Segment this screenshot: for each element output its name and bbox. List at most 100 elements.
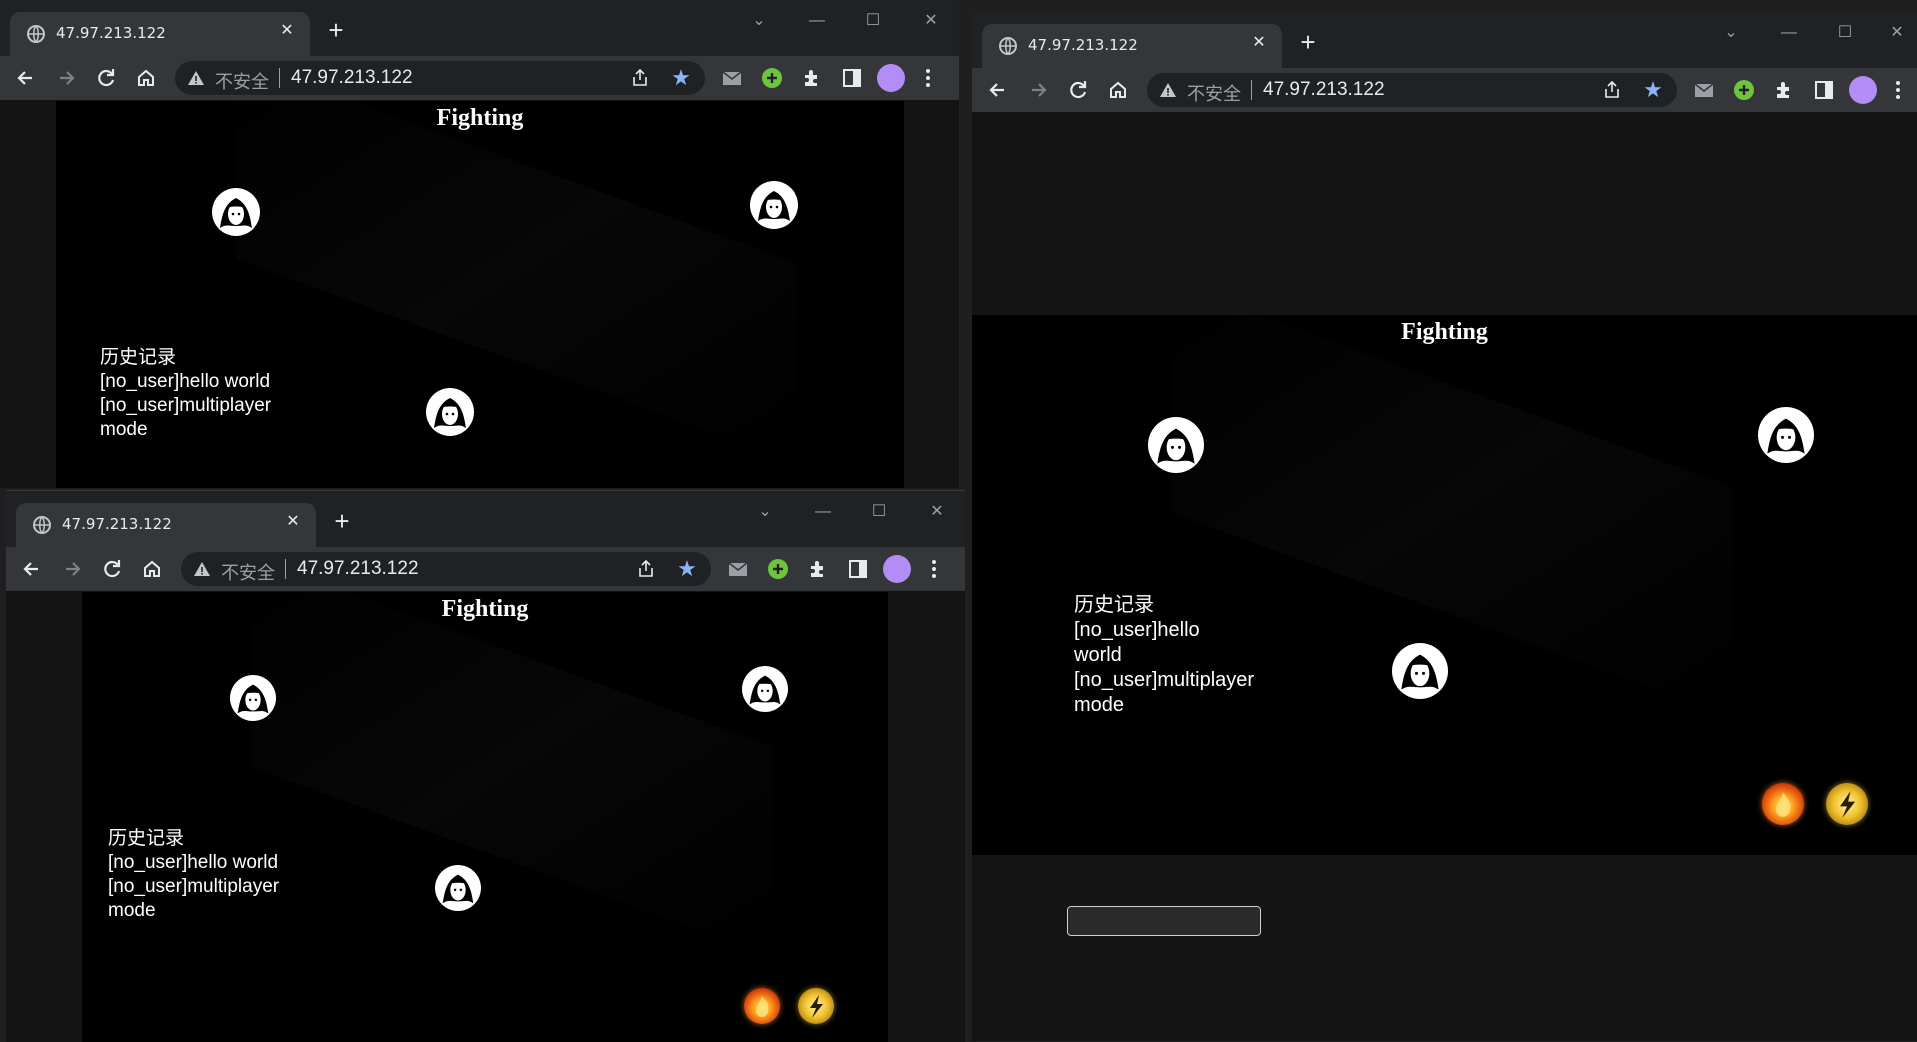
history-panel: 历史记录 [no_user]hello world [no_user]multi… <box>108 827 308 923</box>
browser-tab[interactable]: 47.97.213.122 ✕ <box>16 503 316 547</box>
omnibox-divider <box>1251 80 1252 100</box>
arrow-right-icon[interactable] <box>1024 76 1052 104</box>
arrow-right-icon[interactable] <box>58 555 86 583</box>
puzzle-icon[interactable] <box>1772 78 1796 102</box>
history-heading: 历史记录 <box>108 828 185 849</box>
insecure-label: 不安全 <box>221 563 275 584</box>
player-avatar[interactable] <box>1148 417 1204 473</box>
address-bar[interactable]: 不安全 47.97.213.122 ★ <box>1147 73 1677 107</box>
kebab-menu-icon[interactable] <box>1886 78 1910 102</box>
home-icon[interactable] <box>138 555 166 583</box>
new-tab-button[interactable]: + <box>326 505 358 537</box>
kebab-menu-icon[interactable] <box>916 66 940 90</box>
address-bar[interactable]: 不安全 47.97.213.122 ★ <box>181 552 711 586</box>
browser-tab[interactable]: 47.97.213.122 ✕ <box>10 12 310 56</box>
maximize-button[interactable]: ☐ <box>856 6 890 36</box>
battlefield-shade <box>236 101 796 463</box>
minimize-button[interactable]: — <box>1772 18 1806 48</box>
arrow-left-icon[interactable] <box>12 64 40 92</box>
player-avatar[interactable] <box>230 675 276 721</box>
profile-avatar[interactable] <box>877 64 905 92</box>
close-window-button[interactable]: ✕ <box>920 497 954 527</box>
side-panel-icon[interactable] <box>840 66 864 90</box>
green-plus-icon[interactable] <box>766 557 790 581</box>
minimize-button[interactable]: — <box>800 6 834 36</box>
close-window-button[interactable]: ✕ <box>1880 18 1914 48</box>
address-bar[interactable]: 不安全 47.97.213.122 ★ <box>175 61 705 95</box>
arrow-left-icon[interactable] <box>984 76 1012 104</box>
maximize-button[interactable]: ☐ <box>862 497 896 527</box>
game-canvas[interactable]: Fighting 历史记录 [no_user]hello world [no_u… <box>56 101 904 488</box>
star-icon[interactable]: ★ <box>669 66 693 90</box>
browser-window-top-left: 47.97.213.122 ✕ + ⌄ — ☐ ✕ 不安全 47.97.213.… <box>0 0 959 488</box>
history-heading: 历史记录 <box>1074 594 1154 616</box>
toolbar: 不安全 47.97.213.122 ★ <box>972 68 1917 113</box>
new-tab-button[interactable]: + <box>1292 26 1324 58</box>
minimize-button[interactable]: — <box>806 497 840 527</box>
mail-icon[interactable] <box>726 557 750 581</box>
share-icon[interactable] <box>1602 80 1622 100</box>
tab-search-icon[interactable]: ⌄ <box>1714 18 1748 48</box>
url-text[interactable]: 47.97.213.122 <box>1263 79 1385 101</box>
history-panel: 历史记录 [no_user]hello world [no_user]multi… <box>100 346 300 442</box>
share-icon[interactable] <box>630 68 650 88</box>
home-icon[interactable] <box>132 64 160 92</box>
reload-icon[interactable] <box>1064 76 1092 104</box>
history-heading: 历史记录 <box>100 347 177 368</box>
side-panel-icon[interactable] <box>846 557 870 581</box>
player-avatar[interactable] <box>435 865 481 911</box>
tab-close-icon[interactable]: ✕ <box>276 20 298 42</box>
lightning-skill-icon[interactable] <box>798 988 834 1024</box>
player-avatar[interactable] <box>1758 407 1814 463</box>
player-avatar[interactable] <box>426 388 474 436</box>
profile-avatar[interactable] <box>883 555 911 583</box>
lightning-skill-icon[interactable] <box>1826 783 1868 825</box>
share-icon[interactable] <box>636 559 656 579</box>
game-canvas[interactable]: Fighting 历史记录 [no_user]hello world [no_u… <box>82 592 888 1042</box>
page-viewport: Fighting 历史记录 [no_user]hello world [no_u… <box>0 101 959 488</box>
reload-icon[interactable] <box>98 555 126 583</box>
mail-icon[interactable] <box>1692 78 1716 102</box>
star-icon[interactable]: ★ <box>675 557 699 581</box>
history-entry: [no_user]hello world <box>100 371 271 392</box>
kebab-menu-icon[interactable] <box>922 557 946 581</box>
puzzle-icon[interactable] <box>800 66 824 90</box>
player-avatar[interactable] <box>742 666 788 712</box>
game-canvas[interactable]: Fighting 历史记录 [no_user]hello world [no_u… <box>972 315 1917 855</box>
history-entry: [no_user]hello world <box>1074 619 1200 666</box>
history-entry: [no_user]multiplayer mode <box>100 395 272 440</box>
tab-close-icon[interactable]: ✕ <box>282 511 304 533</box>
puzzle-icon[interactable] <box>806 557 830 581</box>
side-panel-icon[interactable] <box>1812 78 1836 102</box>
tab-search-icon[interactable]: ⌄ <box>748 497 782 527</box>
close-window-button[interactable]: ✕ <box>914 6 948 36</box>
arrow-right-icon[interactable] <box>52 64 80 92</box>
tab-title: 47.97.213.122 <box>1028 36 1138 54</box>
reload-icon[interactable] <box>92 64 120 92</box>
history-entry: [no_user]multiplayer mode <box>1074 669 1255 716</box>
mail-icon[interactable] <box>720 66 744 90</box>
star-icon[interactable]: ★ <box>1641 78 1665 102</box>
arrow-left-icon[interactable] <box>18 555 46 583</box>
player-avatar[interactable] <box>212 188 260 236</box>
browser-tab[interactable]: 47.97.213.122 ✕ <box>982 24 1282 68</box>
url-text[interactable]: 47.97.213.122 <box>297 558 419 580</box>
globe-icon <box>27 25 45 43</box>
fireball-skill-icon[interactable] <box>744 988 780 1024</box>
tab-title: 47.97.213.122 <box>56 24 166 42</box>
new-tab-button[interactable]: + <box>320 14 352 46</box>
tab-close-icon[interactable]: ✕ <box>1248 32 1270 54</box>
home-icon[interactable] <box>1104 76 1132 104</box>
player-avatar[interactable] <box>750 181 798 229</box>
green-plus-icon[interactable] <box>760 66 784 90</box>
fireball-skill-icon[interactable] <box>1762 783 1804 825</box>
profile-avatar[interactable] <box>1849 76 1877 104</box>
tab-search-icon[interactable]: ⌄ <box>742 6 776 36</box>
green-plus-icon[interactable] <box>1732 78 1756 102</box>
url-text[interactable]: 47.97.213.122 <box>291 67 413 89</box>
warning-icon <box>194 562 210 576</box>
chat-input[interactable] <box>1067 906 1261 936</box>
insecure-label: 不安全 <box>215 72 269 93</box>
maximize-button[interactable]: ☐ <box>1828 18 1862 48</box>
player-avatar[interactable] <box>1392 643 1448 699</box>
